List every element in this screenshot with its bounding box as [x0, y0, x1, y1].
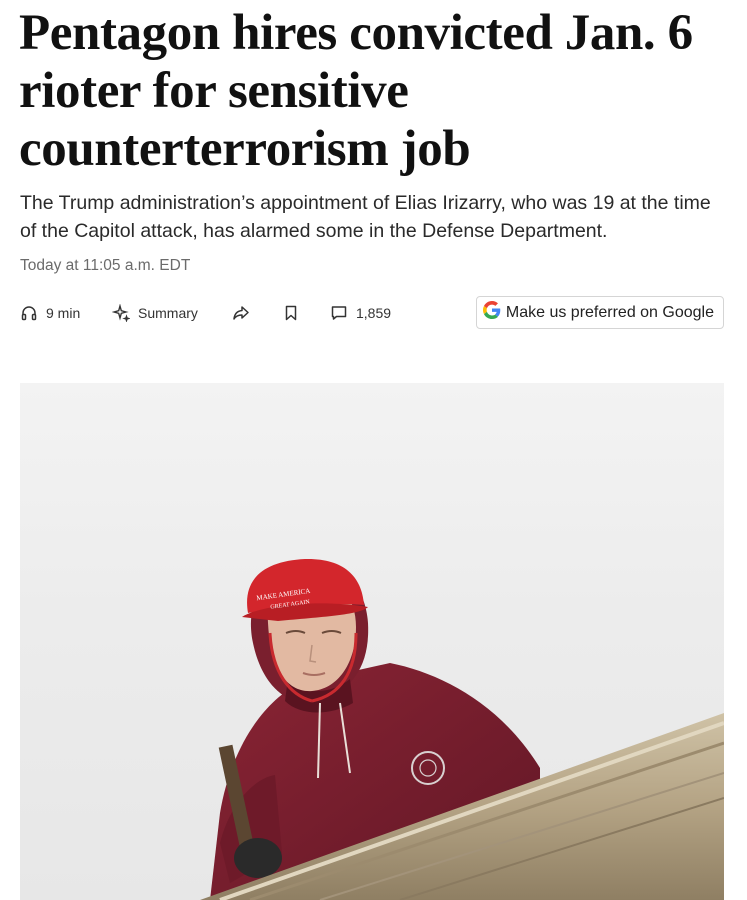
- sparkle-icon: [112, 304, 130, 322]
- summary-button[interactable]: Summary: [112, 296, 198, 330]
- google-button-label: Make us preferred on Google: [505, 303, 714, 321]
- bookmark-button[interactable]: [282, 296, 300, 330]
- rioter-photo-illustration: MAKE AMERICA GREAT AGAIN: [200, 558, 724, 900]
- listen-duration: 9 min: [46, 305, 81, 321]
- article-headline: Pentagon hires convicted Jan. 6 rioter f…: [19, 5, 693, 177]
- article-lead-photo: MAKE AMERICA GREAT AGAIN: [20, 383, 724, 900]
- listen-button[interactable]: 9 min: [20, 296, 80, 330]
- headphones-icon: [20, 304, 38, 322]
- bookmark-icon: [282, 304, 300, 322]
- google-logo-icon: [482, 301, 501, 324]
- article-timestamp: Today at 11:05 a.m. EDT: [20, 257, 191, 274]
- share-icon: [232, 304, 250, 322]
- share-button[interactable]: [232, 296, 250, 330]
- summary-label: Summary: [138, 305, 198, 321]
- google-preferred-button[interactable]: Make us preferred on Google: [475, 296, 724, 329]
- comments-count: 1,859: [356, 305, 392, 321]
- article-toolbar: 9 min Summary 1,859 Make us preferred on…: [20, 296, 724, 330]
- article-dek: The Trump administration’s appointment o…: [20, 192, 711, 242]
- comment-icon: [330, 304, 348, 322]
- comments-button[interactable]: 1,859: [330, 296, 391, 330]
